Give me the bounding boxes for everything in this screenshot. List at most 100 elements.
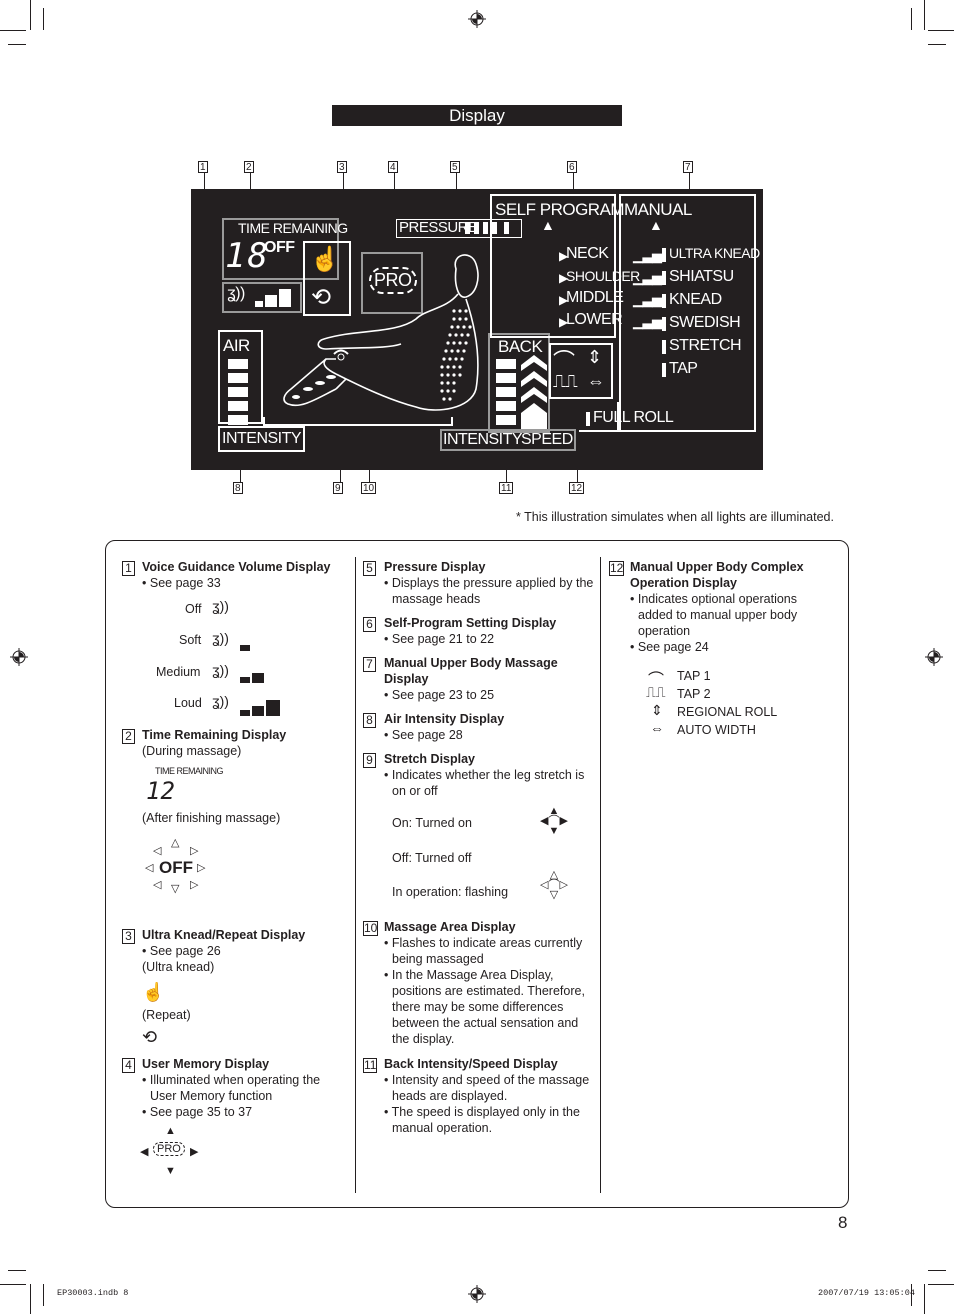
- legend-item-manual-upper-body: Manual Upper Body Massage Display • See …: [384, 655, 594, 703]
- item-bullet: • See page 28: [384, 728, 463, 742]
- legend-item-pressure: Pressure Display • Displays the pressure…: [384, 559, 594, 607]
- after-massage-label: (After finishing massage): [142, 811, 281, 825]
- bullet-text: In the Massage Area Display, positions a…: [391, 968, 585, 1046]
- flash-ray-icon: ◁: [153, 879, 162, 891]
- off-label: OFF: [159, 858, 193, 877]
- option-tap1: TAP 1: [677, 669, 711, 683]
- leader-line: [240, 470, 241, 482]
- section-title: Display: [332, 105, 622, 126]
- pressure-bar-3: [483, 222, 488, 234]
- full-roll-indicator: [586, 412, 590, 426]
- callout-8: 8: [233, 482, 243, 494]
- volume-level-off: Off: [185, 602, 202, 616]
- back-intensity-bar-1: [496, 359, 516, 369]
- item-title: Manual Upper Body Massage Display: [384, 656, 558, 686]
- manual-mode-shiatsu: SHIATSU: [669, 268, 734, 285]
- legend-item-air-intensity: Air Intensity Display • See page 28: [384, 711, 594, 743]
- item-bullet: • See page 23 to 25: [384, 688, 495, 702]
- back-intensity-bar-5: [496, 415, 516, 425]
- item-title: Time Remaining Display: [142, 728, 287, 742]
- crop-mark: [30, 0, 31, 30]
- voice-guidance-icon: ʓ)): [212, 598, 229, 614]
- leader-line: [689, 173, 690, 189]
- flash-ray-icon: ▶: [190, 1146, 199, 1158]
- registration-target-icon: [10, 648, 28, 666]
- bullet-text: See page 24: [637, 640, 709, 654]
- body-figure-icon: [283, 254, 479, 411]
- callout-11: 11: [499, 482, 514, 494]
- flash-ray-icon: △: [171, 837, 180, 849]
- leader-line: [340, 470, 341, 482]
- item-title: Back Intensity/Speed Display: [384, 1057, 558, 1071]
- item-bullet: • The speed is displayed only in the man…: [384, 1105, 580, 1135]
- flash-ray-icon: ◁: [145, 862, 154, 874]
- flash-ray-icon: ◀: [140, 1146, 149, 1158]
- self-program-area-lower: LOWER: [566, 311, 623, 328]
- item-title: Stretch Display: [384, 752, 476, 766]
- air-intensity-label: INTENSITY: [222, 430, 302, 447]
- bullet-text: See page 23 to 25: [391, 688, 495, 702]
- item-title: Air Intensity Display: [384, 712, 505, 726]
- option-tap2: TAP 2: [677, 687, 711, 701]
- legend-num-7: 7: [363, 657, 376, 672]
- manual-mode-knead: KNEAD: [669, 291, 722, 308]
- bullet-text: Flashes to indicate areas currently bein…: [391, 936, 583, 966]
- manual-mode-ultra-knead: ULTRA KNEAD: [669, 245, 760, 261]
- item-title: Self-Program Setting Display: [384, 616, 557, 630]
- callout-9: 9: [333, 482, 343, 494]
- volume-level-loud: Loud: [174, 696, 202, 710]
- legend-num-4: 4: [122, 1058, 135, 1073]
- legend-item-voice-guidance: Voice Guidance Volume Display • See page…: [142, 559, 347, 591]
- mini-time-remaining-label: TIME REMAINING: [155, 766, 224, 776]
- voice-guidance-icon: ʓ)): [212, 693, 229, 709]
- manual-mode-swedish: SWEDISH: [669, 314, 741, 331]
- legend-num-9: 9: [363, 753, 376, 768]
- air-bar-2: [228, 373, 248, 383]
- flash-ray-icon: ▲: [165, 1125, 176, 1137]
- crop-mark: [928, 1270, 946, 1271]
- lcd-display-illustration: TIME REMAINING 18 OFF ʓ)) ☝ ⟲ PRO PRESSU…: [191, 189, 763, 470]
- back-intensity-bar-4: [496, 401, 516, 411]
- air-bar-3: [228, 387, 248, 397]
- crop-mark: [8, 1270, 26, 1271]
- self-program-area-middle: MIDDLE: [566, 289, 624, 306]
- back-intensity-bar-3: [496, 387, 516, 397]
- callout-10: 10: [361, 482, 377, 494]
- volume-bar: [240, 677, 250, 683]
- bullet-text: See page 33: [149, 576, 221, 590]
- flash-ray-icon: ▽: [171, 883, 180, 895]
- ultra-knead-icon: ☝: [142, 982, 165, 1002]
- stretch-state-on: On: Turned on: [392, 816, 472, 830]
- volume-level-soft: Soft: [179, 633, 202, 647]
- item-title: Pressure Display: [384, 560, 486, 574]
- mode-indicator: [662, 340, 666, 354]
- back-intensity-label: INTENSITY: [443, 431, 523, 448]
- item-title: Ultra Knead/Repeat Display: [142, 928, 306, 942]
- crop-mark: [43, 8, 44, 30]
- legend-num-8: 8: [363, 713, 376, 728]
- repeat-icon: ⟲: [142, 1027, 158, 1047]
- legend-num-5: 5: [363, 561, 376, 576]
- back-speed-label: SPEED: [521, 431, 573, 448]
- bullet-text: See page 21 to 22: [391, 632, 495, 646]
- legend-item-self-program: Self-Program Setting Display • See page …: [384, 615, 594, 647]
- legend-item-user-memory: User Memory Display • Illuminated when o…: [142, 1056, 347, 1120]
- leader-line: [456, 173, 457, 189]
- crop-mark: [43, 1284, 44, 1306]
- leader-line: [250, 173, 251, 189]
- back-label: BACK: [498, 337, 543, 356]
- tap2-square-wave-icon: ⎍⎍: [553, 371, 578, 391]
- mode-indicator: [662, 363, 666, 377]
- self-program-label: SELF PROGRAM: [495, 200, 625, 219]
- crop-mark: [928, 44, 946, 45]
- legend-num-12: 12: [609, 561, 625, 576]
- item-bullet: • Indicates optional operations added to…: [630, 592, 798, 638]
- crop-mark: [0, 30, 26, 31]
- leader-line: [369, 470, 370, 482]
- flash-ray-icon: ▼: [165, 1165, 176, 1177]
- legend-num-1: 1: [122, 561, 135, 576]
- legend-item-massage-area: Massage Area Display • Flashes to indica…: [384, 919, 594, 1047]
- leader-line: [394, 173, 395, 189]
- manual-mode-stretch: STRETCH: [669, 337, 742, 354]
- crop-mark: [911, 8, 912, 30]
